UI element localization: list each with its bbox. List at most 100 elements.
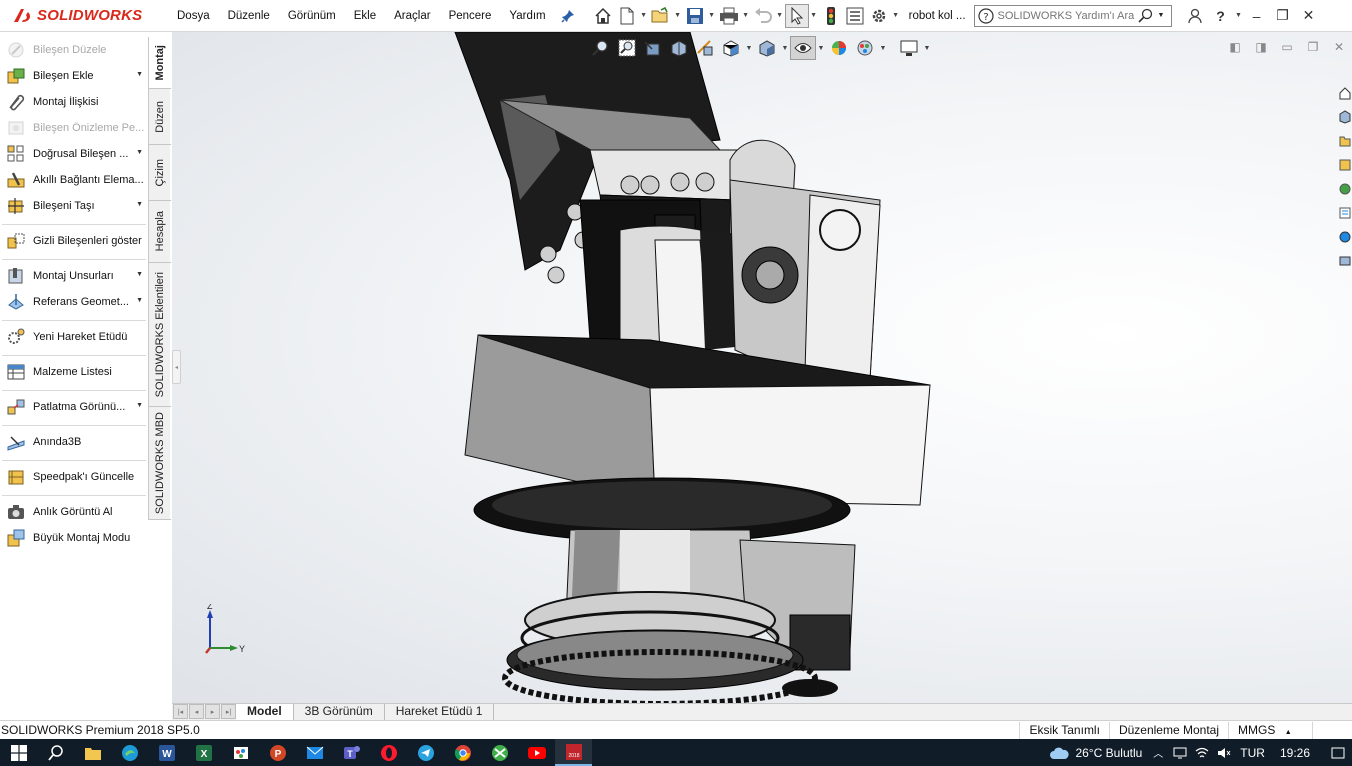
user-account-icon[interactable] [1182,0,1208,32]
status-options-icon[interactable] [1312,721,1352,739]
edit-appearance-icon[interactable] [826,36,852,60]
linear-pattern-dropdown-icon[interactable]: ▼ [136,149,143,156]
windows-search-icon[interactable] [37,739,74,766]
tab-evaluate[interactable]: Hesapla [149,201,171,263]
print-dropdown-icon[interactable]: ▼ [741,4,751,28]
cmd-smart-fasteners[interactable]: Akıllı Bağlantı Elema... [0,167,148,193]
open-dropdown-icon[interactable]: ▼ [673,4,683,28]
panel-collapse-handle[interactable]: ◂ [172,350,181,384]
display-style-dropdown-icon[interactable]: ▼ [780,45,790,52]
powerpoint-icon[interactable]: P [259,739,296,766]
viewport-restore-icon[interactable]: ❐ [1300,38,1326,56]
input-language[interactable]: TUR [1235,746,1270,760]
tab-sketch[interactable]: Çizim [149,145,171,201]
solidworks-forum-icon[interactable] [1338,225,1352,249]
insert-component-dropdown-icon[interactable]: ▼ [136,71,143,78]
select-icon[interactable] [784,3,809,28]
help-icon[interactable]: ? [1208,0,1234,32]
tab-assembly[interactable]: Montaj [149,37,171,89]
wifi-icon[interactable] [1191,739,1213,766]
clock-time[interactable]: 19:26 [1270,746,1324,760]
chrome-icon[interactable] [444,739,481,766]
weather-cloud-icon[interactable] [1048,739,1070,766]
menu-tools[interactable]: Araçlar [385,0,439,32]
previous-view-icon[interactable] [640,36,666,60]
zoom-to-fit-icon[interactable] [588,36,614,60]
network-wired-icon[interactable] [1169,739,1191,766]
cmd-new-motion-study[interactable]: Yeni Hareket Etüdü [0,324,148,350]
cmd-edit-component[interactable]: Bileşen Düzele [0,37,148,63]
hide-show-items-icon[interactable] [790,36,816,60]
search-icon[interactable] [1137,8,1154,24]
cmd-instant3d[interactable]: Anında3B [0,429,148,455]
tab-layout[interactable]: Düzen [149,89,171,145]
last-tab-icon[interactable]: ▸| [221,704,236,719]
help-search[interactable]: ? ▼ [973,4,1172,27]
teams-icon[interactable]: T [333,739,370,766]
tab-motion-study[interactable]: Hareket Etüdü 1 [384,704,495,720]
view-palette-icon[interactable] [1338,153,1352,177]
cmd-insert-component[interactable]: Bileşen Ekle ▼ [0,63,148,89]
graphics-area[interactable]: ▼ ▼ ▼ ▼ ▼ ◧ ◨ ▭ ❐ ✕ Z Y [172,32,1352,703]
menu-window[interactable]: Pencere [440,0,501,32]
solidworks-logo[interactable]: SOLIDWORKS [0,0,168,32]
robot-arm-model[interactable] [172,32,1352,703]
edge-icon[interactable] [111,739,148,766]
undo-dropdown-icon[interactable]: ▼ [775,4,785,28]
split-right-icon[interactable]: ◨ [1248,38,1274,56]
close-icon[interactable]: ✕ [1296,0,1322,32]
search-dropdown-icon[interactable]: ▼ [1158,12,1165,19]
excel-icon[interactable]: X [185,739,222,766]
tab-addins[interactable]: SOLIDWORKS Eklentileri [149,263,171,407]
opera-icon[interactable] [370,739,407,766]
windows-start-icon[interactable] [0,739,37,766]
xbox-icon[interactable] [481,739,518,766]
move-component-dropdown-icon[interactable]: ▼ [136,201,143,208]
file-explorer-icon[interactable] [1338,129,1352,153]
menu-edit[interactable]: Düzenle [219,0,279,32]
resources-home-icon[interactable] [1338,81,1352,105]
zoom-to-area-icon[interactable] [614,36,640,60]
tab-mbd[interactable]: SOLIDWORKS MBD [149,407,171,520]
cmd-show-hidden[interactable]: Gizli Bileşenleri göster [0,228,148,254]
restore-icon[interactable]: ❐ [1270,0,1296,32]
word-icon[interactable]: W [148,739,185,766]
cmd-component-preview[interactable]: Bileşen Önizleme Pe... [0,115,148,141]
units-dropdown-icon[interactable]: ▲ [1285,729,1292,736]
view-settings-dropdown-icon[interactable]: ▼ [922,45,932,52]
show-hidden-tray-icon[interactable]: ︿ [1147,739,1169,766]
view-orientation-icon[interactable] [718,36,744,60]
volume-muted-icon[interactable] [1213,739,1235,766]
next-tab-icon[interactable]: ▸ [205,704,220,719]
open-icon[interactable] [649,4,673,28]
menu-file[interactable]: Dosya [168,0,219,32]
paint-icon[interactable] [222,739,259,766]
view-orientation-dropdown-icon[interactable]: ▼ [744,45,754,52]
hide-show-dropdown-icon[interactable]: ▼ [816,45,826,52]
file-explorer-taskbar-icon[interactable] [74,739,111,766]
help-search-input[interactable] [997,9,1138,22]
apply-scene-icon[interactable] [852,36,878,60]
pin-icon[interactable] [555,0,581,32]
mail-icon[interactable] [296,739,333,766]
section-view-icon[interactable] [666,36,692,60]
reference-geometry-dropdown-icon[interactable]: ▼ [136,297,143,304]
viewport-minimize-icon[interactable]: ▭ [1274,38,1300,56]
appearances-icon[interactable] [1338,177,1352,201]
custom-properties-icon[interactable] [1338,201,1352,225]
prev-tab-icon[interactable]: ◂ [189,704,204,719]
apply-scene-dropdown-icon[interactable]: ▼ [878,45,888,52]
split-left-icon[interactable]: ◧ [1222,38,1248,56]
cmd-reference-geometry[interactable]: Referans Geomet... ▼ [0,289,148,315]
display-style-icon[interactable] [754,36,780,60]
design-library-icon[interactable] [1338,105,1352,129]
notifications-icon[interactable] [1324,739,1352,766]
dynamic-annotation-icon[interactable] [692,36,718,60]
menu-help[interactable]: Yardım [500,0,554,32]
telegram-icon[interactable] [407,739,444,766]
first-tab-icon[interactable]: |◂ [173,704,188,719]
cmd-assembly-features[interactable]: Montaj Unsurları ▼ [0,263,148,289]
minimize-icon[interactable]: – [1244,0,1270,32]
save-icon[interactable] [683,4,707,28]
menu-insert[interactable]: Ekle [345,0,385,32]
